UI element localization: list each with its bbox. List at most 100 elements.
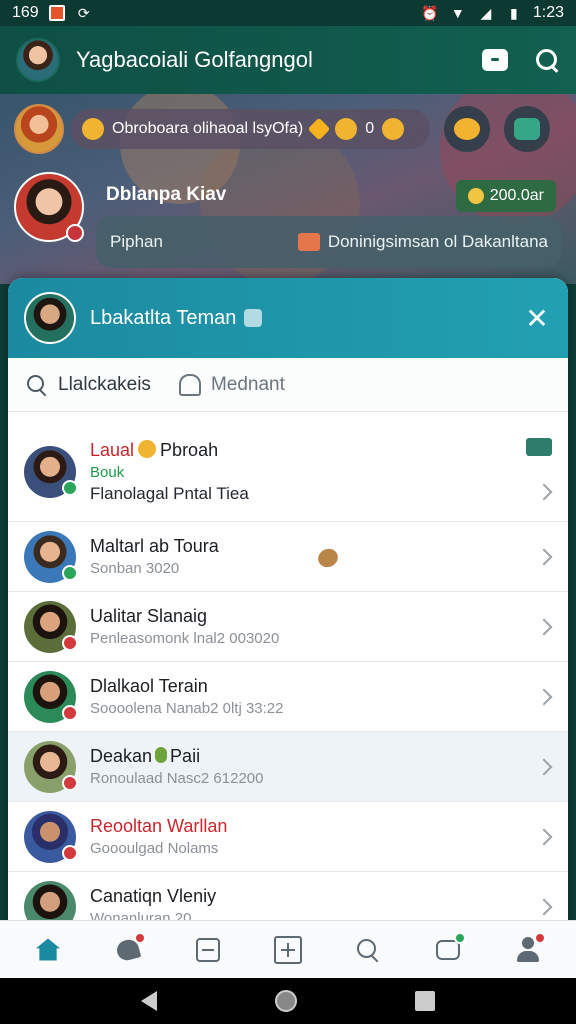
status-badge [62, 634, 78, 651]
chevron-right-icon [535, 548, 553, 565]
contact-name-prefix: Laual [90, 439, 135, 460]
home-icon [36, 938, 60, 961]
emoji-reaction-button[interactable] [444, 106, 490, 152]
online-status-icon [62, 479, 78, 496]
online-status-icon [62, 564, 78, 581]
app-title: Yagbacoiali Golfangngol [76, 47, 313, 72]
chevron-right-icon [535, 758, 553, 775]
alarm-icon: ⏰ [421, 4, 439, 21]
nav-minus[interactable] [188, 930, 228, 970]
contact-detail: Flanolagal Pntal Tiea [90, 483, 249, 503]
emoji-icon [454, 118, 480, 140]
feed-avatar[interactable] [14, 104, 64, 154]
contact-name-rest: Paii [170, 746, 201, 766]
contact-name: Maltarl ab Toura [90, 536, 219, 556]
contact-name: Canatiqn Vleniy [90, 886, 217, 906]
contact-name-prefix: Deakan [90, 746, 153, 766]
contact-sub: Sonban 3020 [90, 560, 180, 577]
sheet-title: Lbakatlta Teman [90, 306, 237, 329]
nav-likes[interactable] [108, 930, 148, 970]
coin-icon [467, 188, 484, 204]
tab-mentions[interactable]: Mednant [178, 373, 285, 396]
bottom-nav [0, 920, 576, 978]
notice-suffix: 0 [365, 120, 375, 137]
message-right-text: Doninigsimsan ol Dakanltana [327, 232, 548, 251]
contact-sub: Goooulgad Nolams [90, 840, 219, 857]
tab-label: Llalckakeis [58, 373, 151, 395]
nav-profile[interactable] [508, 930, 548, 970]
feed-contact-row: Dblanpa Kiav 200.0ar Piphan Doninigsimsa… [14, 172, 562, 272]
game-icon [514, 118, 540, 140]
contact-name: Deakan Paii [90, 746, 263, 767]
sync-icon: ⟳ [77, 4, 90, 21]
avatar [24, 740, 78, 793]
list-item[interactable]: Dlalkaol Terain Soooolena Nanab2 0ltj 33… [8, 662, 568, 732]
chevron-right-icon [535, 898, 553, 915]
price-value: 200.0ar [489, 187, 544, 204]
food-icon [315, 545, 341, 571]
tab-search[interactable]: Llalckakeis [26, 374, 151, 396]
sheet-avatar[interactable] [24, 292, 76, 344]
message-strip[interactable]: Piphan Doninigsimsan ol Dakanltana [96, 216, 562, 268]
nav-search[interactable] [348, 930, 388, 970]
avatar [24, 445, 78, 498]
chevron-right-icon [535, 828, 553, 845]
feed-notice-row: Obroboara olihaoal lsyOfa) 0 [14, 104, 562, 154]
tab-label: Mednant [210, 373, 285, 395]
status-left-text: 169 [12, 4, 39, 21]
recents-icon[interactable] [415, 991, 435, 1011]
contact-list: Laual Pbroah Bouk Flanolagal Pntal Tiea M… [8, 422, 568, 942]
notification-badge [134, 931, 146, 944]
avatar [24, 600, 78, 653]
notice-text: Obroboara olihaoal lsyOfa) [112, 120, 304, 137]
chat-icon[interactable] [482, 49, 508, 71]
contact-name-rest: Pbroah [160, 439, 219, 460]
app-bar: Yagbacoiali Golfangngol [0, 26, 576, 94]
system-nav-bar [0, 978, 576, 1024]
game-button[interactable] [504, 106, 550, 152]
contact-name: Reooltan Warllan [90, 816, 228, 836]
list-item[interactable]: Laual Pbroah Bouk Flanolagal Pntal Tiea [8, 422, 568, 522]
bell-icon [178, 373, 201, 396]
status-badge [62, 844, 78, 861]
price-tag[interactable]: 200.0ar [455, 180, 556, 212]
nav-messages[interactable] [428, 930, 468, 970]
sheet-tabs: Llalckakeis Mednant [8, 358, 568, 412]
status-bar: 169 ⟳ ⏰ ▼ ◢ ▮ 1:23 [0, 0, 576, 26]
feed-contact-avatar[interactable] [14, 172, 84, 242]
nav-home[interactable] [28, 930, 68, 970]
message-tag-icon [526, 438, 552, 456]
contact-name: Ualitar Slanaig [90, 606, 208, 626]
list-item[interactable]: Deakan Paii Ronoulaad Nasc2 612200 [8, 732, 568, 802]
home-circle-icon[interactable] [275, 990, 297, 1012]
back-icon[interactable] [141, 991, 157, 1011]
trophy-emoji-icon [335, 118, 358, 140]
list-item[interactable]: Maltarl ab Toura Sonban 3020 [8, 522, 568, 592]
notification-badge [534, 931, 546, 944]
cake-icon [297, 233, 320, 251]
profile-avatar[interactable] [16, 38, 60, 82]
smile-emoji-icon [82, 118, 104, 140]
close-icon[interactable]: ✕ [522, 302, 552, 335]
status-badge [62, 704, 78, 721]
avatar [24, 670, 78, 723]
verified-icon [244, 309, 263, 327]
status-badge [62, 774, 78, 791]
search-icon[interactable] [534, 47, 560, 73]
notice-pill[interactable]: Obroboara olihaoal lsyOfa) 0 [70, 109, 430, 149]
emoji-icon [138, 439, 157, 458]
chevron-right-icon [535, 483, 553, 501]
background-feed: Obroboara olihaoal lsyOfa) 0 Dblanpa Kia… [0, 94, 576, 284]
search-icon [356, 938, 380, 962]
laugh-emoji-icon [382, 118, 405, 140]
contact-sub: Soooolena Nanab2 0ltj 33:22 [90, 700, 284, 717]
chevron-right-icon [535, 618, 553, 635]
list-item[interactable]: Reooltan Warllan Goooulgad Nolams [8, 802, 568, 872]
contact-name: Laual Pbroah [90, 439, 249, 461]
search-icon [26, 374, 48, 396]
battery-icon: ▮ [510, 4, 518, 21]
list-item[interactable]: Ualitar Slanaig Penleasomonk lnal2 00302… [8, 592, 568, 662]
nav-add[interactable] [268, 930, 308, 970]
notification-badge [454, 931, 466, 944]
status-badge [66, 224, 84, 242]
